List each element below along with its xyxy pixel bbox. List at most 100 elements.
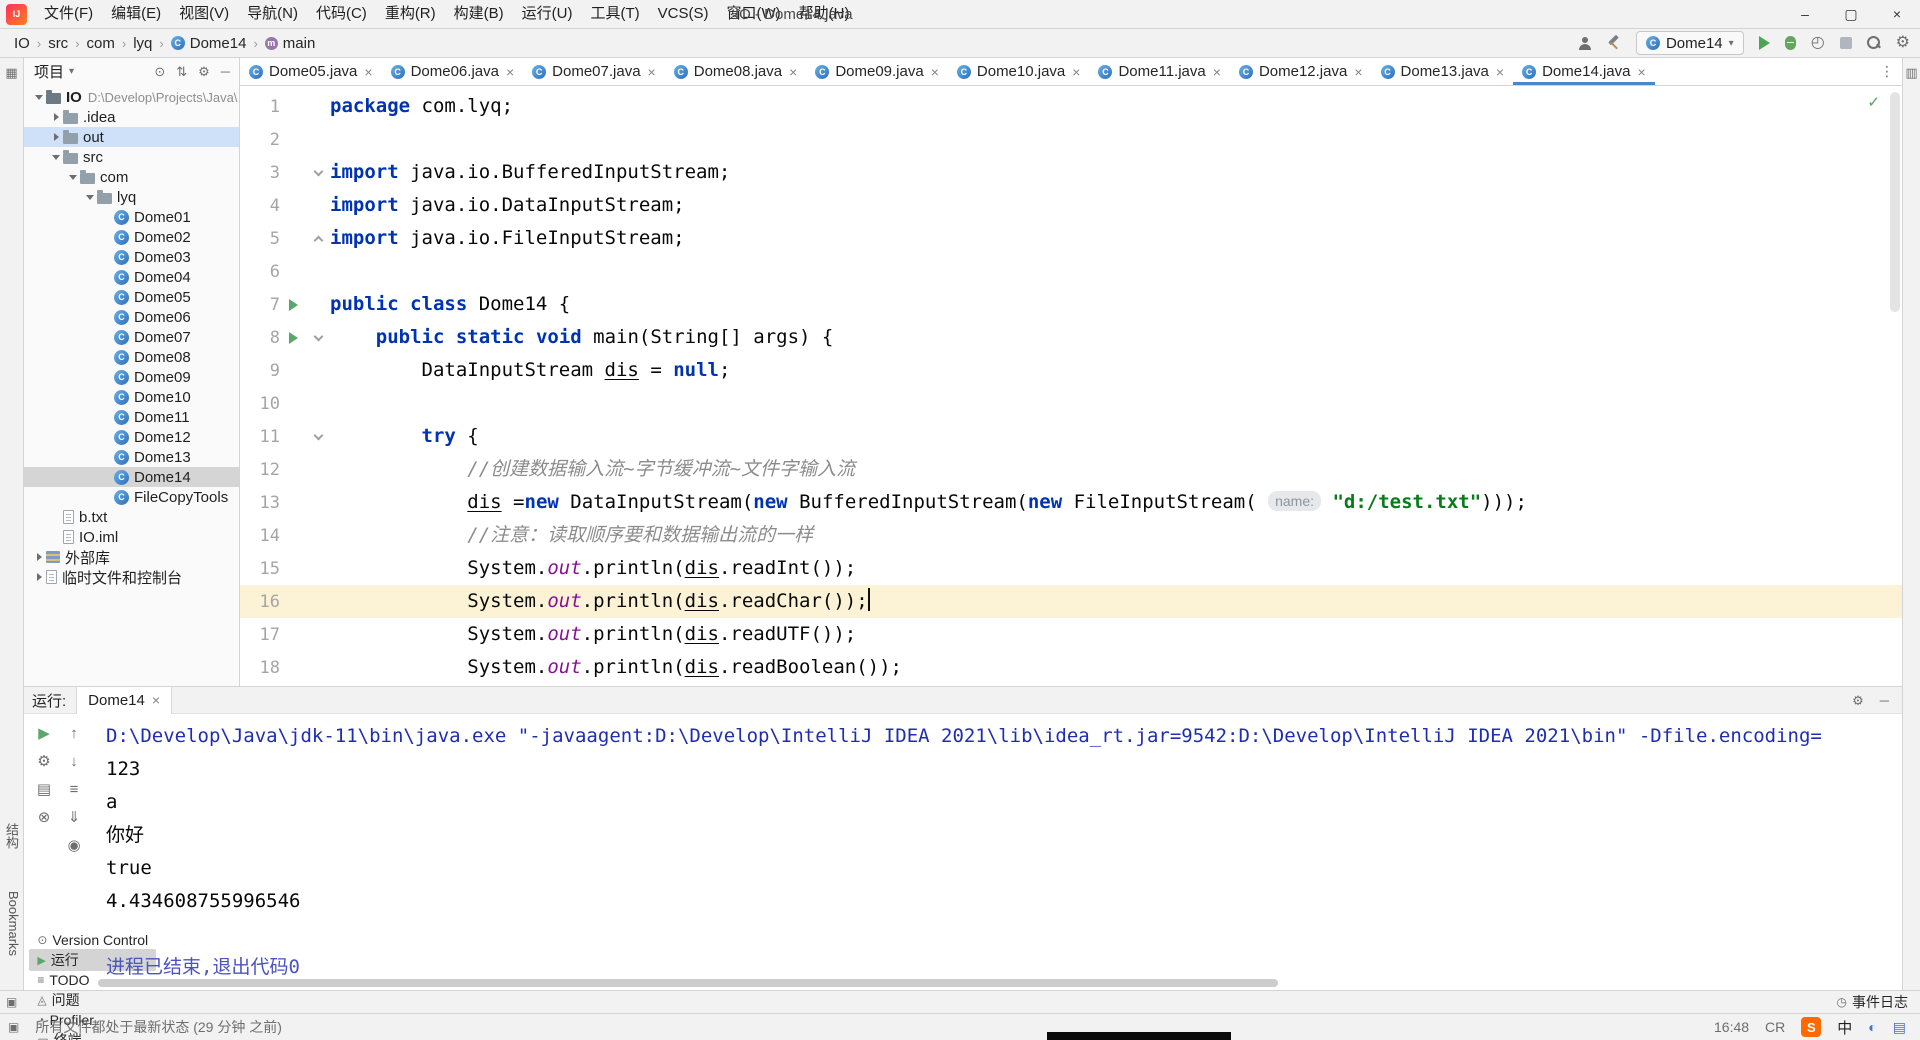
line-ending-indicator[interactable]: CR [1765,1019,1785,1035]
pin-icon[interactable]: ◉ [67,838,80,853]
code-line[interactable]: 6 [240,255,1902,288]
stop-button[interactable] [1839,37,1852,49]
close-tab-icon[interactable]: × [1637,64,1645,80]
close-tab-icon[interactable]: × [789,64,797,80]
tree-arrow-icon[interactable] [49,113,63,121]
editor-tab[interactable]: Dome14.java× [1513,58,1655,85]
tab-options-icon[interactable]: ⋮ [1880,63,1894,80]
fold-icon[interactable] [313,166,324,176]
close-tab-icon[interactable]: × [1213,64,1221,80]
fold-icon[interactable] [313,235,324,245]
settings-icon[interactable]: ⚙ [37,754,50,769]
inspections-ok-icon[interactable]: ✓ [1867,93,1880,111]
event-log-button[interactable]: ◷ 事件日志 [1837,992,1908,1012]
menu-item[interactable]: 构建(B) [445,0,513,28]
down-icon[interactable]: ↓ [70,754,78,769]
code-line[interactable]: 9 DataInputStream dis = null; [240,354,1902,387]
close-tab-icon[interactable]: × [364,64,372,80]
code-line[interactable]: 3 import java.io.BufferedInputStream; [240,156,1902,189]
tree-item-dome06[interactable]: Dome06 [24,307,239,327]
ime-mode-icon[interactable]: ◐ [1868,1019,1876,1035]
editor-tab[interactable]: Dome13.java× [1372,58,1514,85]
tree-item-外部库[interactable]: 外部库 [24,547,239,567]
run-line-icon[interactable] [289,298,298,311]
menu-item[interactable]: 文件(F) [35,0,102,28]
notifications-icon[interactable]: ▥ [1905,65,1917,81]
close-tab-icon[interactable]: × [152,692,160,708]
close-tab-icon[interactable]: × [931,64,939,80]
code-line[interactable]: 5 import java.io.FileInputStream; [240,222,1902,255]
console-scrollbar[interactable] [98,979,1278,987]
tree-arrow-icon[interactable] [83,195,97,200]
debug-button[interactable] [1784,36,1796,50]
tree-arrow-icon[interactable] [32,553,46,561]
tree-arrow-icon[interactable] [49,155,63,160]
editor-tab[interactable]: Dome08.java× [665,58,807,85]
tree-item-dome07[interactable]: Dome07 [24,327,239,347]
maximize-button[interactable]: ▢ [1828,0,1874,29]
breadcrumb-item[interactable]: IO [14,35,30,52]
tree-arrow-icon[interactable] [32,95,46,100]
project-panel-title[interactable]: 项目 [34,61,64,82]
code-line[interactable]: 14 //注意：读取顺序要和数据输出流的一样 [240,519,1902,552]
run-line-icon[interactable] [289,331,298,344]
ime-keyboard-icon[interactable]: ▤ [1893,1019,1906,1036]
tree-item-lyq[interactable]: lyq [24,187,239,207]
project-tool-icon[interactable]: ▦ [5,65,17,81]
tree-item-dome05[interactable]: Dome05 [24,287,239,307]
tree-item-dome12[interactable]: Dome12 [24,427,239,447]
editor-tab[interactable]: Dome07.java× [523,58,665,85]
minimize-button[interactable]: – [1782,0,1828,29]
rerun-icon[interactable]: ▶ [38,726,50,741]
panel-settings-icon[interactable]: ⚙ [195,65,213,78]
menu-item[interactable]: VCS(S) [649,0,718,28]
clear-icon[interactable]: ⊗ [38,810,51,825]
fold-icon[interactable] [313,430,324,440]
menu-item[interactable]: 工具(T) [581,0,648,28]
editor-tab[interactable]: Dome10.java× [948,58,1090,85]
menu-item[interactable]: 代码(C) [307,0,376,28]
tree-item-dome13[interactable]: Dome13 [24,447,239,467]
editor-tab[interactable]: Dome12.java× [1230,58,1372,85]
code-line[interactable]: 15 System.out.println(dis.readInt()); [240,552,1902,585]
tree-item-dome02[interactable]: Dome02 [24,227,239,247]
breadcrumb-item[interactable]: src [48,35,68,52]
profiler-button[interactable]: ◴ [1811,35,1825,51]
close-tab-icon[interactable]: × [1496,64,1504,80]
tree-arrow-icon[interactable] [66,175,80,180]
restore-windows-icon[interactable]: ▣ [6,995,17,1009]
ime-lang-indicator[interactable]: 中 [1837,1017,1852,1038]
print-icon[interactable]: ▤ [37,782,51,797]
tree-item-dome04[interactable]: Dome04 [24,267,239,287]
tree-item-b.txt[interactable]: b.txt [24,507,239,527]
close-tab-icon[interactable]: × [1072,64,1080,80]
tree-item-out[interactable]: out [24,127,239,147]
close-tab-icon[interactable]: × [506,64,514,80]
tree-item-临时文件和控制台[interactable]: 临时文件和控制台 [24,567,239,587]
locate-file-icon[interactable]: ⊙ [151,65,168,78]
code-line[interactable]: 13 dis =new DataInputStream(new Buffered… [240,486,1902,519]
tree-item-dome08[interactable]: Dome08 [24,347,239,367]
close-tab-icon[interactable]: × [1354,64,1362,80]
tree-item-io[interactable]: IO D:\Develop\Projects\Java\ [24,87,239,107]
menu-item[interactable]: 运行(U) [513,0,582,28]
code-line[interactable]: 8 public static void main(String[] args)… [240,321,1902,354]
user-icon[interactable] [1578,36,1591,50]
settings-icon[interactable]: ⚙ [1896,35,1910,51]
menu-item[interactable]: 编辑(E) [102,0,170,28]
fold-icon[interactable] [313,331,324,341]
close-button[interactable]: × [1874,0,1920,29]
code-line[interactable]: 4 import java.io.DataInputStream; [240,189,1902,222]
code-line[interactable]: 10 [240,387,1902,420]
close-tab-icon[interactable]: × [648,64,656,80]
menu-item[interactable]: 视图(V) [170,0,238,28]
tool-stripe-label[interactable]: Bookmarks [2,891,21,956]
sogou-ime-icon[interactable]: S [1801,1017,1822,1037]
tree-item-filecopytools[interactable]: FileCopyTools [24,487,239,507]
tree-item-dome09[interactable]: Dome09 [24,367,239,387]
chevron-down-icon[interactable]: ▾ [69,66,74,77]
tree-arrow-icon[interactable] [49,133,63,141]
tree-item-dome01[interactable]: Dome01 [24,207,239,227]
editor-tab[interactable]: Dome05.java× [240,58,382,85]
tool-stripe-label[interactable]: 结构 [2,823,21,849]
